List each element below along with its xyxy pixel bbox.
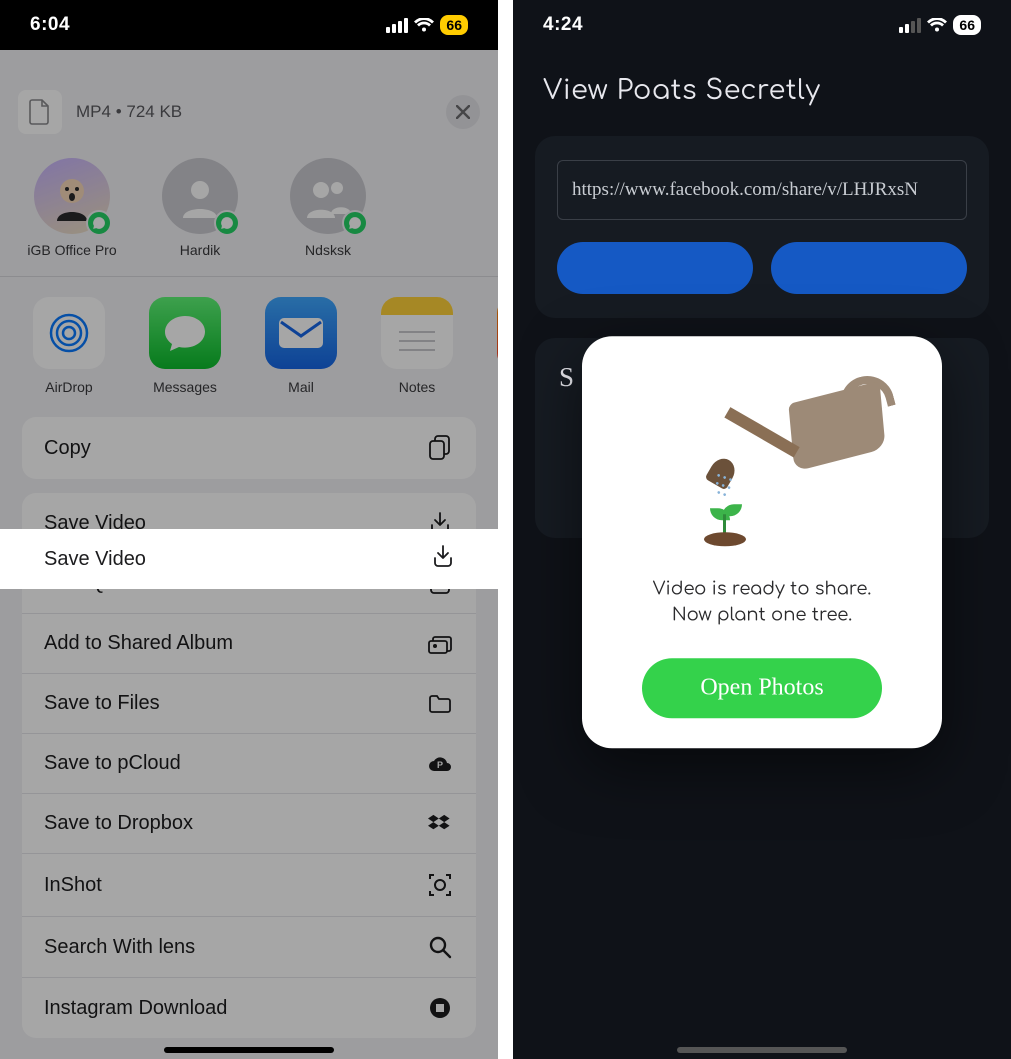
action-label: InShot bbox=[44, 874, 102, 897]
action-list-1: Copy bbox=[22, 417, 476, 479]
person-icon bbox=[178, 174, 222, 218]
signal-icon bbox=[386, 18, 408, 33]
modal-message: Video is ready to share. Now plant one t… bbox=[612, 576, 912, 628]
shared-album-icon bbox=[426, 633, 454, 655]
wifi-icon bbox=[414, 18, 434, 33]
app-label: Messages bbox=[142, 379, 228, 395]
app-label: Mail bbox=[258, 379, 344, 395]
action-save-files[interactable]: Save to Files bbox=[22, 674, 476, 734]
app-label: Notes bbox=[374, 379, 460, 395]
notes-icon bbox=[381, 297, 453, 369]
status-time: 6:04 bbox=[30, 14, 70, 36]
action-shared-album[interactable]: Add to Shared Album bbox=[22, 614, 476, 674]
action-label: Save Video bbox=[44, 548, 146, 571]
mail-icon bbox=[265, 297, 337, 369]
app-label: Fr bbox=[490, 379, 498, 395]
contacts-row[interactable]: iGB Office Pro Hardik Ndsksk bbox=[0, 152, 498, 277]
app-airdrop[interactable]: AirDrop bbox=[26, 297, 112, 395]
avatar bbox=[290, 158, 366, 234]
action-label: Search With lens bbox=[44, 936, 195, 959]
save-video-highlight[interactable]: Save Video bbox=[0, 529, 498, 589]
card2-text: S bbox=[559, 362, 574, 392]
button-row bbox=[557, 242, 967, 294]
sheet-header: MP4 • 724 KB bbox=[0, 80, 498, 152]
file-size: 724 KB bbox=[126, 102, 182, 121]
file-icon bbox=[29, 99, 51, 125]
download-icon bbox=[432, 544, 454, 574]
status-bar: 6:04 66 bbox=[0, 0, 498, 50]
battery-level: 66 bbox=[446, 17, 462, 33]
action-pcloud[interactable]: Save to pCloud P bbox=[22, 734, 476, 794]
whatsapp-badge-icon bbox=[342, 210, 368, 236]
screenshot-divider bbox=[498, 0, 513, 1059]
file-thumbnail bbox=[18, 90, 62, 134]
app-label: AirDrop bbox=[26, 379, 112, 395]
avatar bbox=[34, 158, 110, 234]
action-instagram-dl[interactable]: Instagram Download bbox=[22, 978, 476, 1038]
app-firefox[interactable]: Fr bbox=[490, 297, 498, 395]
firefox-icon bbox=[497, 297, 498, 369]
search-icon bbox=[426, 935, 454, 959]
contact-label: Ndsksk bbox=[278, 242, 378, 258]
primary-button-1[interactable] bbox=[557, 242, 753, 294]
battery-icon: 66 bbox=[440, 15, 468, 35]
whatsapp-badge-icon bbox=[86, 210, 112, 236]
svg-text:P: P bbox=[437, 760, 443, 770]
contact-igb[interactable]: iGB Office Pro bbox=[22, 158, 122, 258]
watering-plant-illustration: • • • • • • • • bbox=[612, 376, 912, 546]
url-input[interactable]: https://www.facebook.com/share/v/LHJRxsN bbox=[557, 160, 967, 220]
battery-level: 66 bbox=[959, 17, 975, 33]
page-title: View Poats Secretly bbox=[513, 50, 1011, 136]
pcloud-icon: P bbox=[426, 755, 454, 773]
battery-icon: 66 bbox=[953, 15, 981, 35]
phone-left: 6:04 66 MP4 • 724 KB bbox=[0, 0, 498, 1059]
folder-icon bbox=[426, 694, 454, 714]
app-mail[interactable]: Mail bbox=[258, 297, 344, 395]
inshot-icon bbox=[426, 872, 454, 898]
action-copy[interactable]: Copy bbox=[22, 417, 476, 479]
action-label: Add to Shared Album bbox=[44, 632, 233, 655]
action-label: Save to Files bbox=[44, 692, 160, 715]
status-time: 4:24 bbox=[543, 14, 583, 36]
copy-icon bbox=[426, 435, 454, 461]
contact-label: Hardik bbox=[150, 242, 250, 258]
apps-row[interactable]: AirDrop Messages Mail Notes bbox=[0, 277, 498, 417]
close-icon bbox=[456, 105, 470, 119]
whatsapp-badge-icon bbox=[214, 210, 240, 236]
airdrop-icon bbox=[33, 297, 105, 369]
wifi-icon bbox=[927, 18, 947, 33]
stop-circle-icon bbox=[426, 996, 454, 1020]
contact-hardik[interactable]: Hardik bbox=[150, 158, 250, 258]
signal-icon bbox=[899, 18, 921, 33]
file-type: MP4 bbox=[76, 102, 111, 121]
contact-ndsksk[interactable]: Ndsksk bbox=[278, 158, 378, 258]
dropbox-icon bbox=[426, 814, 454, 834]
url-card: https://www.facebook.com/share/v/LHJRxsN bbox=[535, 136, 989, 318]
group-icon bbox=[303, 174, 353, 218]
action-inshot[interactable]: InShot bbox=[22, 854, 476, 917]
phone-right: 4:24 66 View Poats Secretly https://www.… bbox=[513, 0, 1011, 1059]
action-label: Copy bbox=[44, 437, 91, 460]
contact-label: iGB Office Pro bbox=[22, 242, 122, 258]
messages-icon bbox=[149, 297, 221, 369]
avatar bbox=[162, 158, 238, 234]
action-label: Instagram Download bbox=[44, 997, 227, 1020]
home-indicator[interactable] bbox=[677, 1047, 847, 1053]
action-label: Save to pCloud bbox=[44, 752, 181, 775]
close-button[interactable] bbox=[446, 95, 480, 129]
app-notes[interactable]: Notes bbox=[374, 297, 460, 395]
status-right: 66 bbox=[386, 15, 468, 35]
action-label: Save to Dropbox bbox=[44, 812, 193, 835]
home-indicator[interactable] bbox=[164, 1047, 334, 1053]
action-dropbox[interactable]: Save to Dropbox bbox=[22, 794, 476, 854]
status-right: 66 bbox=[899, 15, 981, 35]
file-meta: MP4 • 724 KB bbox=[76, 102, 182, 122]
success-modal: • • • • • • • • Video is ready to share.… bbox=[582, 336, 942, 748]
open-photos-button[interactable]: Open Photos bbox=[642, 658, 882, 718]
primary-button-2[interactable] bbox=[771, 242, 967, 294]
action-search-lens[interactable]: Search With lens bbox=[22, 917, 476, 978]
app-messages[interactable]: Messages bbox=[142, 297, 228, 395]
status-bar: 4:24 66 bbox=[513, 0, 1011, 50]
button-label: Open Photos bbox=[700, 674, 823, 701]
